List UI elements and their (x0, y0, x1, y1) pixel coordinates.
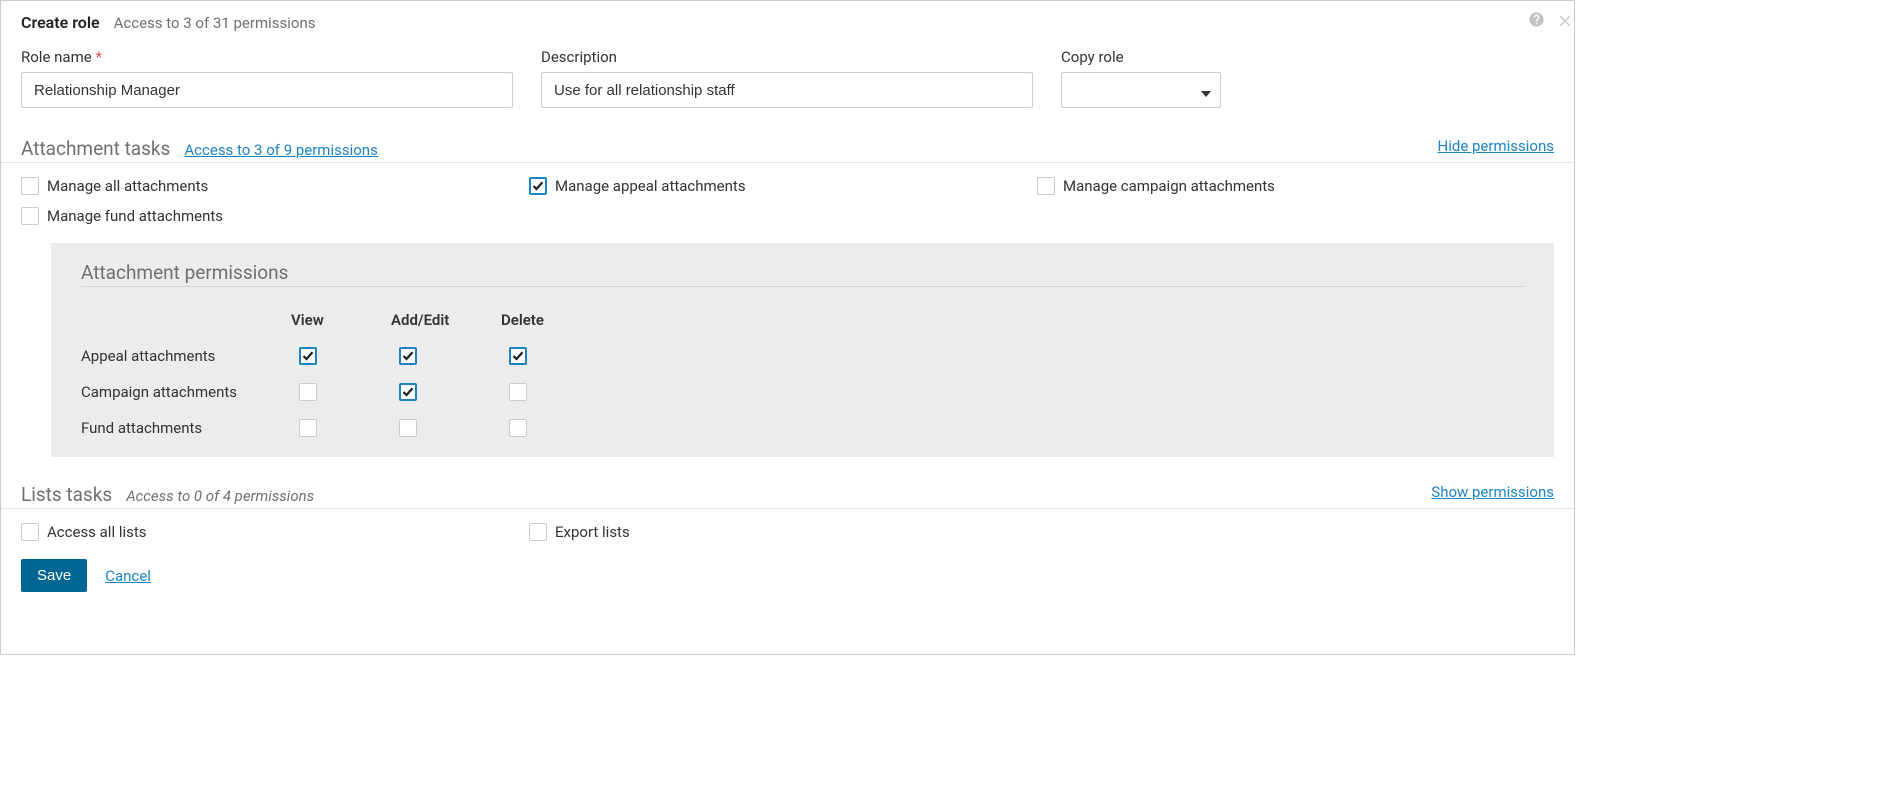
export-lists-label: Export lists (555, 523, 630, 541)
description-input[interactable] (541, 72, 1033, 108)
description-label: Description (541, 48, 1033, 66)
campaign-view-cell (291, 383, 391, 401)
close-icon[interactable] (1557, 12, 1573, 32)
col-header-addedit: Add/Edit (391, 311, 501, 329)
role-name-label: Role name* (21, 48, 513, 66)
access-all-lists-label: Access all lists (47, 523, 147, 541)
caret-down-icon (1201, 83, 1211, 101)
appeal-view-cell (291, 347, 391, 365)
appeal-view-checkbox[interactable] (299, 347, 317, 365)
description-group: Description (541, 48, 1033, 111)
manage-fund-attachments-checkbox[interactable] (21, 207, 39, 225)
export-lists-checkbox[interactable] (529, 523, 547, 541)
attachment-tasks-title: Attachment tasks (21, 137, 170, 160)
copy-role-select-wrapper (1061, 72, 1221, 111)
appeal-addedit-checkbox[interactable] (399, 347, 417, 365)
modal-subtitle: Access to 3 of 31 permissions (114, 14, 316, 32)
cancel-link[interactable]: Cancel (105, 567, 151, 585)
manage-appeal-attachments-label: Manage appeal attachments (555, 177, 746, 195)
checkmark-icon (402, 350, 414, 362)
copy-role-select[interactable] (1061, 72, 1221, 108)
campaign-addedit-checkbox[interactable] (399, 383, 417, 401)
checkmark-icon (402, 386, 414, 398)
fund-delete-checkbox[interactable] (509, 419, 527, 437)
fund-view-checkbox[interactable] (299, 419, 317, 437)
fund-addedit-cell (391, 419, 501, 437)
manage-fund-attachments-item[interactable]: Manage fund attachments (21, 207, 529, 225)
manage-all-attachments-checkbox[interactable] (21, 177, 39, 195)
manage-fund-attachments-label: Manage fund attachments (47, 207, 223, 225)
appeal-delete-cell (501, 347, 601, 365)
modal-header: Create role Access to 3 of 31 permission… (1, 1, 1574, 42)
export-lists-item[interactable]: Export lists (529, 523, 1037, 541)
manage-campaign-attachments-checkbox[interactable] (1037, 177, 1055, 195)
campaign-delete-cell (501, 383, 601, 401)
attachment-tasks-grid: Manage all attachments Manage appeal att… (1, 163, 1574, 225)
create-role-modal: Create role Access to 3 of 31 permission… (0, 0, 1575, 655)
checkmark-icon (302, 350, 314, 362)
required-star-icon: * (96, 48, 102, 66)
col-header-view: View (291, 311, 391, 329)
manage-campaign-attachments-item[interactable]: Manage campaign attachments (1037, 177, 1545, 195)
help-icon[interactable] (1528, 11, 1545, 32)
copy-role-label: Copy role (1061, 48, 1221, 66)
header-icons (1528, 11, 1568, 32)
manage-all-attachments-label: Manage all attachments (47, 177, 208, 195)
checkmark-icon (532, 180, 544, 192)
campaign-view-checkbox[interactable] (299, 383, 317, 401)
lists-tasks-access-text: Access to 0 of 4 permissions (126, 487, 314, 505)
lists-tasks-grid: Access all lists Export lists (1, 509, 1574, 541)
action-bar: Save Cancel (1, 541, 1574, 610)
lists-tasks-title: Lists tasks (21, 483, 112, 506)
row-label-appeal: Appeal attachments (81, 347, 291, 365)
row-label-campaign: Campaign attachments (81, 383, 291, 401)
fund-addedit-checkbox[interactable] (399, 419, 417, 437)
appeal-addedit-cell (391, 347, 501, 365)
manage-campaign-attachments-label: Manage campaign attachments (1063, 177, 1275, 195)
show-permissions-link[interactable]: Show permissions (1431, 483, 1554, 501)
manage-appeal-attachments-item[interactable]: Manage appeal attachments (529, 177, 1037, 195)
role-name-input[interactable] (21, 72, 513, 108)
fund-delete-cell (501, 419, 601, 437)
fund-view-cell (291, 419, 391, 437)
access-all-lists-checkbox[interactable] (21, 523, 39, 541)
manage-appeal-attachments-checkbox[interactable] (529, 177, 547, 195)
modal-title: Create role (21, 13, 100, 32)
col-header-delete: Delete (501, 311, 601, 329)
attachment-permissions-table: View Add/Edit Delete Appeal attachments … (81, 311, 1524, 437)
hide-permissions-link[interactable]: Hide permissions (1438, 137, 1554, 155)
row-label-fund: Fund attachments (81, 419, 291, 437)
attachment-permissions-title: Attachment permissions (81, 261, 1524, 287)
role-name-label-text: Role name (21, 48, 92, 66)
checkmark-icon (512, 350, 524, 362)
role-name-group: Role name* (21, 48, 513, 111)
form-row: Role name* Description Copy role (1, 48, 1574, 111)
lists-tasks-header: Lists tasks Access to 0 of 4 permissions… (1, 483, 1574, 509)
access-all-lists-item[interactable]: Access all lists (21, 523, 529, 541)
copy-role-group: Copy role (1061, 48, 1221, 111)
save-button[interactable]: Save (21, 559, 87, 592)
manage-all-attachments-item[interactable]: Manage all attachments (21, 177, 529, 195)
campaign-delete-checkbox[interactable] (509, 383, 527, 401)
attachment-tasks-header: Attachment tasks Access to 3 of 9 permis… (1, 137, 1574, 163)
attachment-tasks-access-link[interactable]: Access to 3 of 9 permissions (184, 141, 377, 159)
appeal-delete-checkbox[interactable] (509, 347, 527, 365)
campaign-addedit-cell (391, 383, 501, 401)
attachment-permissions-panel: Attachment permissions View Add/Edit Del… (51, 243, 1554, 457)
